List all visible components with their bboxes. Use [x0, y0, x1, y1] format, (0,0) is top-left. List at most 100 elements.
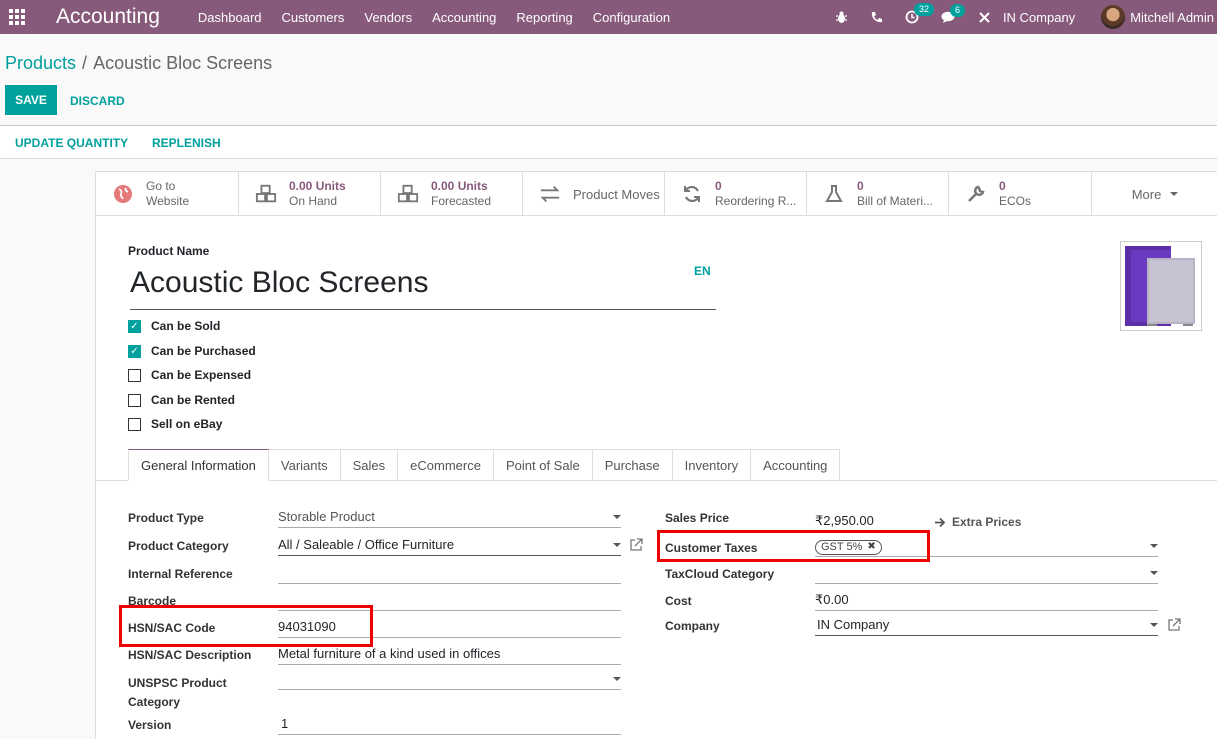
bom-button[interactable]: 0 Bill of Materi...	[807, 172, 949, 216]
caret-down-icon	[1150, 623, 1158, 627]
reordering-value: 0	[715, 179, 722, 193]
replenish-button[interactable]: REPLENISH	[152, 136, 221, 150]
messages-badge: 6	[949, 3, 965, 17]
discard-button[interactable]: DISCARD	[70, 94, 125, 108]
checkbox-box	[128, 368, 141, 382]
forecasted-label: Forecasted	[431, 194, 492, 208]
product-name-input[interactable]: Acoustic Bloc Screens	[130, 266, 716, 310]
user-avatar[interactable]	[1101, 5, 1126, 29]
company-value: IN Company	[817, 617, 890, 632]
product-moves-button[interactable]: Product Moves	[523, 172, 665, 216]
can-be-rented-checkbox[interactable]: Can be Rented	[128, 392, 235, 408]
menu-configuration[interactable]: Configuration	[593, 10, 670, 25]
product-category-value: All / Saleable / Office Furniture	[278, 537, 455, 552]
product-category-select[interactable]: All / Saleable / Office Furniture	[278, 536, 621, 556]
taxcloud-category-select[interactable]	[815, 564, 1158, 584]
can-be-rented-label: Can be Rented	[151, 393, 236, 407]
save-button[interactable]: SAVE	[5, 85, 57, 115]
on-hand-button[interactable]: 0.00 Units On Hand	[239, 172, 381, 216]
tab-point-of-sale[interactable]: Point of Sale	[493, 449, 593, 481]
can-be-purchased-checkbox[interactable]: ✓ Can be Purchased	[128, 343, 256, 359]
can-be-purchased-label: Can be Purchased	[151, 344, 256, 358]
activity-clock-icon[interactable]: 32	[905, 3, 934, 24]
breadcrumb: Products / Acoustic Bloc Screens	[5, 53, 273, 73]
external-link-icon[interactable]	[629, 538, 643, 555]
smart-line2: Website	[146, 194, 190, 208]
extra-prices-button[interactable]: Extra Prices	[934, 515, 1021, 529]
ecos-value: 0	[999, 179, 1006, 193]
forecasted-button[interactable]: 0.00 Units Forecasted	[381, 172, 523, 216]
update-quantity-button[interactable]: UPDATE QUANTITY	[15, 136, 128, 150]
smart-buttons: Go to Website 0.00 Units On Hand 0.00 Unit…	[96, 172, 1217, 216]
app-brand[interactable]: Accounting	[56, 5, 160, 29]
internal-reference-input[interactable]	[278, 564, 621, 584]
smart-line1: Go to	[146, 179, 176, 193]
tab-ecommerce[interactable]: eCommerce	[398, 449, 494, 481]
phone-icon[interactable]	[870, 11, 883, 24]
product-category-label: Product Category	[128, 539, 229, 553]
company-switcher[interactable]: IN Company	[1003, 10, 1075, 25]
breadcrumb-products[interactable]: Products	[5, 53, 76, 73]
caret-down-icon	[613, 677, 621, 681]
unspsc-label-line2: Category	[128, 695, 181, 709]
tab-inventory[interactable]: Inventory	[672, 449, 752, 481]
product-moves-label: Product Moves	[573, 186, 660, 202]
hsn-description-input[interactable]: Metal furniture of a kind used in office…	[278, 645, 621, 665]
tab-variants[interactable]: Variants	[268, 449, 341, 481]
version-input[interactable]: 1	[278, 715, 621, 735]
product-type-select[interactable]: Storable Product	[278, 508, 621, 528]
can-be-sold-checkbox[interactable]: ✓ Can be Sold	[128, 318, 220, 334]
user-menu[interactable]: Mitchell Admin	[1130, 10, 1214, 25]
can-be-expensed-label: Can be Expensed	[151, 368, 252, 382]
hsn-description-label: HSN/SAC Description	[128, 648, 252, 662]
checkbox-box	[128, 417, 141, 431]
product-image[interactable]	[1120, 241, 1202, 331]
unspsc-select[interactable]	[278, 670, 621, 690]
cost-input[interactable]: ₹0.00	[815, 591, 1158, 611]
can-be-expensed-checkbox[interactable]: Can be Expensed	[128, 367, 251, 383]
more-button[interactable]: More	[1092, 172, 1217, 216]
breadcrumb-current: Acoustic Bloc Screens	[93, 53, 273, 73]
menu-vendors[interactable]: Vendors	[364, 10, 412, 25]
menu-dashboard[interactable]: Dashboard	[198, 10, 262, 25]
customer-taxes-highlight-box	[657, 530, 930, 562]
cubes-icon	[397, 183, 419, 205]
bug-icon[interactable]	[835, 11, 848, 24]
language-button[interactable]: EN	[694, 264, 711, 278]
wrench-icon	[965, 183, 987, 205]
external-link-icon[interactable]	[1167, 618, 1181, 635]
can-be-sold-label: Can be Sold	[151, 319, 221, 333]
taxcloud-category-label: TaxCloud Category	[665, 567, 775, 581]
chat-icon[interactable]: 6	[941, 3, 965, 24]
check-icon: ✓	[128, 319, 141, 333]
sell-on-ebay-checkbox[interactable]: Sell on eBay	[128, 416, 222, 432]
caret-down-icon	[1150, 571, 1158, 575]
bom-label: Bill of Materi...	[857, 194, 934, 208]
forecasted-value: 0.00 Units	[431, 179, 488, 193]
tab-purchase[interactable]: Purchase	[592, 449, 673, 481]
company-select[interactable]: IN Company	[815, 616, 1158, 636]
reordering-button[interactable]: 0 Reordering R...	[665, 172, 807, 216]
apps-menu-icon[interactable]	[3, 0, 31, 34]
go-to-website-button[interactable]: Go to Website	[96, 172, 239, 216]
menu-customers[interactable]: Customers	[282, 10, 345, 25]
activity-badge: 32	[913, 3, 934, 16]
caret-down-icon	[1170, 192, 1179, 196]
refresh-icon	[681, 183, 703, 205]
ecos-button[interactable]: 0 ECOs	[949, 172, 1092, 216]
check-icon: ✓	[128, 344, 141, 358]
sell-on-ebay-label: Sell on eBay	[151, 417, 223, 431]
cost-label: Cost	[665, 594, 692, 608]
menu-reporting[interactable]: Reporting	[516, 10, 572, 25]
form-sheet: Go to Website 0.00 Units On Hand 0.00 Unit…	[95, 171, 1217, 739]
caret-down-icon	[613, 515, 621, 519]
flask-icon	[823, 183, 845, 205]
menu-accounting[interactable]: Accounting	[432, 10, 496, 25]
product-name-label: Product Name	[128, 244, 210, 258]
sales-price-input[interactable]: ₹2,950.00	[815, 512, 915, 532]
tab-sales[interactable]: Sales	[340, 449, 399, 481]
debug-tools-icon[interactable]	[978, 11, 991, 24]
tab-accounting[interactable]: Accounting	[751, 449, 841, 481]
notebook-tabs: General Information Variants Sales eComm…	[128, 449, 841, 481]
tab-general-information[interactable]: General Information	[128, 449, 269, 481]
